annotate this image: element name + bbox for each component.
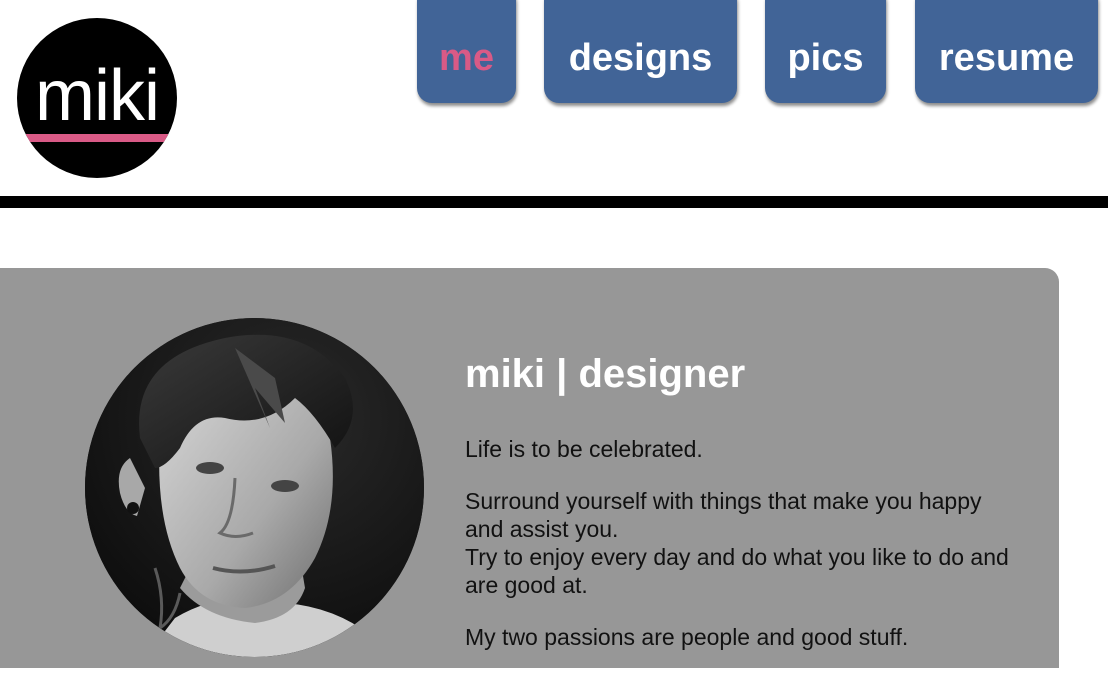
bio-paragraph: Surround yourself with things that make … (465, 488, 982, 542)
tab-me[interactable]: me (417, 0, 516, 103)
profile-photo-image (85, 318, 424, 657)
logo-underline (26, 134, 168, 142)
logo-text: miki (35, 56, 160, 136)
profile-photo (85, 318, 424, 657)
bio-text: Life is to be celebrated. Surround yours… (465, 435, 1025, 675)
bio-paragraph: Try to enjoy every day and do what you l… (465, 544, 1009, 598)
tab-resume[interactable]: resume (915, 0, 1098, 103)
tab-designs[interactable]: designs (544, 0, 737, 103)
header-divider (0, 196, 1108, 208)
bio-paragraph: My two passions are people and good stuf… (465, 624, 909, 650)
bio-paragraph: Life is to be celebrated. (465, 436, 703, 462)
tab-pics[interactable]: pics (765, 0, 886, 103)
profile-card: miki | designer Life is to be celebrated… (0, 268, 1059, 668)
home-logo[interactable]: miki (17, 18, 177, 178)
profile-heading: miki | designer (465, 352, 746, 396)
